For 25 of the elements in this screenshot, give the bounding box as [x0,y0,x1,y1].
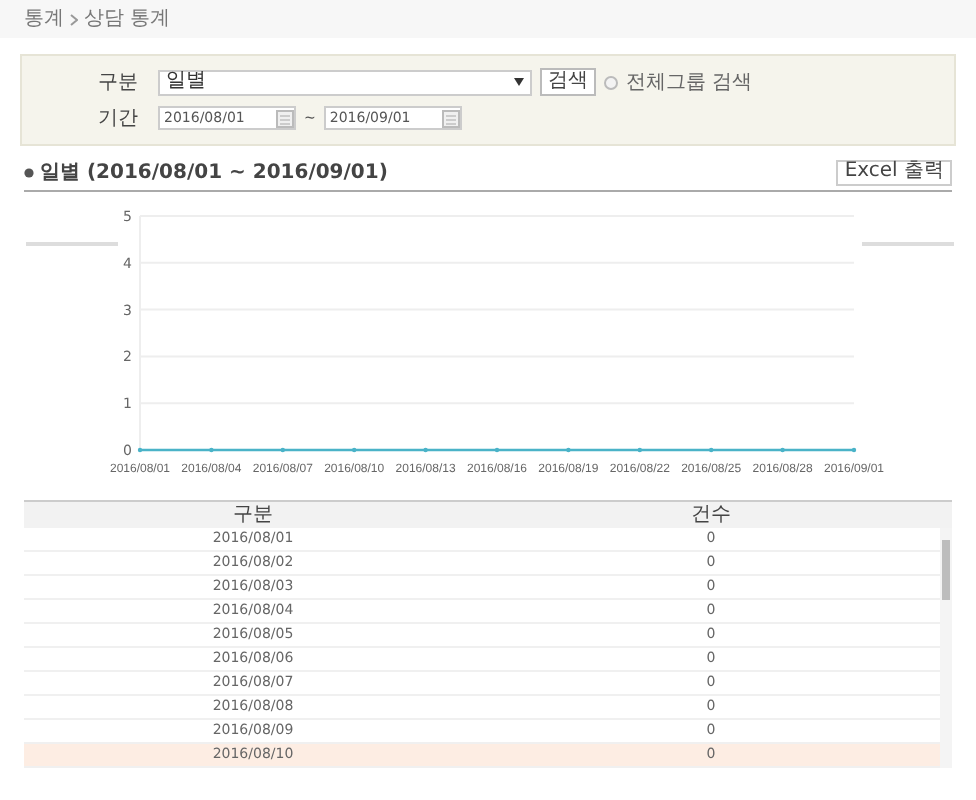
chevron-right-icon [70,13,78,25]
search-button[interactable]: 검색 [540,68,596,96]
checkbox[interactable] [604,75,618,89]
dropdown-arrow-icon [514,78,524,86]
calendar-icon [441,109,460,127]
excel-export-button[interactable]: Excel 출력 [836,159,952,185]
data-point [780,447,785,453]
field-label: 기간 [98,105,140,133]
breadcrumb-item[interactable]: 통계 [24,4,64,34]
column-header: 구분 [231,505,275,525]
field-label: 구분 [98,69,140,97]
scrollbar[interactable] [940,528,952,768]
column-header: 건수 [689,505,733,525]
checkbox-label: 전체그룹 검색 [626,69,753,97]
breadcrumb-item: 상담 통계 [84,6,171,34]
data-point [423,447,428,453]
data-point [851,447,857,453]
data-point [566,447,571,453]
section-title: 일별 (2016/08/01 ~ 2016/09/01) [40,159,388,187]
category-dropdown[interactable]: 일별 [158,69,532,95]
data-point [209,447,214,453]
data-point [137,447,143,453]
calendar-icon [276,109,294,127]
bullet-icon [24,167,34,177]
data-point [494,447,500,453]
